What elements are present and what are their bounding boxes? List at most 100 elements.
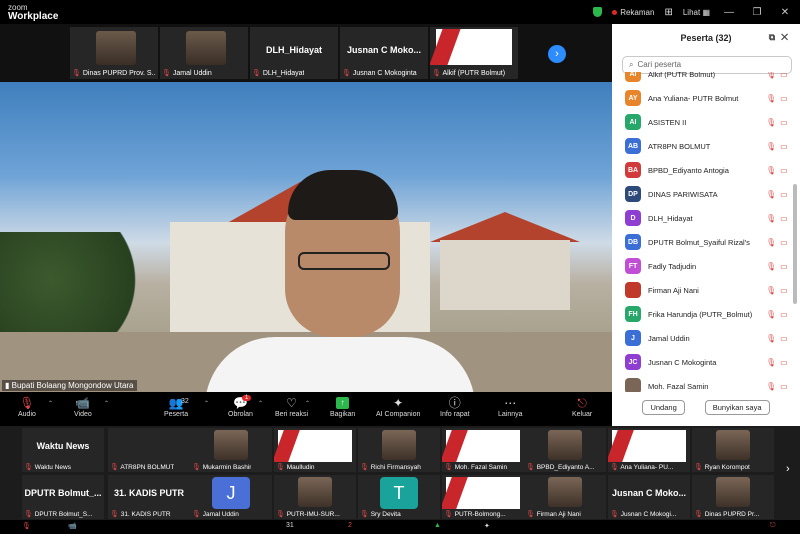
minimize-icon[interactable]: —: [720, 7, 738, 18]
participant-row[interactable]: AI Alkif (PUTR Bolmut) 🎙▭: [612, 72, 792, 84]
strip-thumbnail[interactable]: 🎙 Jamal Uddin: [160, 27, 248, 79]
participant-avatar: FH: [625, 306, 641, 322]
participant-list-scrollbar[interactable]: [793, 184, 797, 304]
participant-name: Dinas PUPRD Pr...: [704, 511, 760, 518]
react-label: Beri reaksi: [275, 411, 309, 418]
strip-thumbnail[interactable]: Jusnan C Moko... 🎙 Jusnan C Mokoginta: [340, 27, 428, 79]
share-button[interactable]: ↑ Bagikan: [330, 396, 355, 418]
audio-button[interactable]: 🎙 Audio: [18, 396, 36, 418]
invite-button[interactable]: Undang: [642, 400, 685, 415]
strip-thumbnail[interactable]: 🎙 Alkif (PUTR Bolmut): [430, 27, 518, 79]
participant-name: Mukarmin Bashir: [202, 464, 252, 471]
participant-avatar: [625, 378, 641, 392]
shared-document-video: [442, 477, 520, 509]
bottom-leave-icon[interactable]: ⎋: [770, 522, 776, 530]
shared-document-video: [442, 430, 520, 462]
meeting-info-button[interactable]: ⓘ Info rapat: [440, 396, 470, 418]
gallery-tile[interactable]: 🎙 Maulludin: [274, 428, 356, 472]
popout-icon[interactable]: ⧉: [769, 32, 781, 42]
participant-row[interactable]: FH Frika Harundja (PUTR_Bolmut) 🎙▭: [612, 304, 792, 324]
strip-thumbnail[interactable]: DLH_Hidayat 🎙 DLH_Hidayat: [250, 27, 338, 79]
participant-initial-avatar: T: [380, 477, 418, 509]
bottom-chat-badge[interactable]: 2: [348, 522, 352, 529]
unmute-me-button[interactable]: Bunyikan saya: [704, 400, 770, 415]
restore-icon[interactable]: ❐: [748, 7, 766, 18]
participant-row[interactable]: D DLH_Hidayat 🎙▭: [612, 208, 792, 228]
bottom-share-icon[interactable]: ▲: [434, 522, 441, 529]
panel-close-icon[interactable]: ✕: [781, 32, 794, 42]
participant-name: DPUTR Bolmut_Syaiful Rizal's: [648, 237, 750, 247]
gallery-tile[interactable]: 🎙 BPBD_Ediyanto A...: [524, 428, 606, 472]
record-indicator[interactable]: Rekaman: [612, 8, 654, 17]
chat-chevron-icon[interactable]: ⌃: [258, 400, 263, 407]
share-label: Bagikan: [330, 411, 356, 418]
participant-name-label: 🎙 Firman Aji Nani: [526, 510, 581, 518]
participant-row[interactable]: AI ASISTEN II 🎙▭: [612, 112, 792, 132]
close-icon[interactable]: ✕: [776, 7, 794, 18]
bottom-participants-count[interactable]: 31: [286, 522, 294, 529]
participant-row[interactable]: JC Jusnan C Mokoginta 🎙▭: [612, 352, 792, 372]
gallery-tile[interactable]: 🎙 Dinas PUPRD Pr...: [692, 475, 774, 519]
participants-button[interactable]: 👥 32 Peserta: [164, 396, 189, 418]
participant-row[interactable]: Moh. Fazal Samin 🎙▭: [612, 376, 792, 392]
chat-button[interactable]: 💬 1 Obrolan: [228, 395, 253, 418]
gallery-tile[interactable]: Waktu News 🎙 Waktu News: [22, 428, 104, 472]
bottom-sparkle-icon[interactable]: ✦: [484, 522, 490, 530]
mic-off-icon: 🎙: [526, 464, 535, 471]
participant-name: ATR8PN BOLMUT: [120, 464, 175, 471]
grid-icon[interactable]: ⊞: [664, 7, 672, 18]
mic-off-icon: 🎙: [342, 70, 351, 77]
gallery-tile[interactable]: 🎙 Mukarmin Bashir: [190, 428, 272, 472]
more-button[interactable]: ⋯ Lainnya: [498, 396, 523, 418]
mic-off-icon: 🎙: [766, 309, 781, 319]
video-off-icon: ▭: [780, 237, 792, 247]
ai-companion-button[interactable]: ✦ AI Companion: [376, 396, 420, 418]
gallery-tile[interactable]: DPUTR Bolmut_... 🎙 DPUTR Bolmut_S...: [22, 475, 104, 519]
participant-row[interactable]: J Jamal Uddin 🎙▭: [612, 328, 792, 348]
participant-row[interactable]: AY Ana Yuliana- PUTR Bolmut 🎙▭: [612, 88, 792, 108]
participants-chevron-icon[interactable]: ⌃: [204, 400, 209, 407]
shield-icon[interactable]: [593, 7, 603, 17]
strip-thumbnail[interactable]: 🎙 Dinas PUPRD Prov. S...: [70, 27, 158, 79]
gallery-tile[interactable]: 🎙 Richi Firmansyah: [358, 428, 440, 472]
strip-next-button[interactable]: ›: [548, 45, 566, 63]
participant-row[interactable]: AB ATR8PN BOLMUT 🎙▭: [612, 136, 792, 156]
gallery-tile[interactable]: 🎙 ATR8PN BOLMUT: [108, 428, 190, 472]
participant-name: Frika Harundja (PUTR_Bolmut): [648, 309, 753, 319]
video-chevron-icon[interactable]: ⌃: [104, 400, 109, 407]
react-button[interactable]: ♡ Beri reaksi: [275, 396, 308, 418]
speaker-body: [205, 337, 475, 392]
mic-off-icon: 🎙: [766, 141, 781, 151]
gallery-tile[interactable]: 🎙 Ryan Korompot: [692, 428, 774, 472]
participant-name: Alkif (PUTR Bolmut): [442, 70, 506, 77]
participant-name: PUTR-Bolmong...: [454, 511, 506, 518]
info-label: Info rapat: [440, 411, 470, 418]
video-button[interactable]: 📹 Video: [74, 396, 92, 418]
gallery-tile[interactable]: 🎙 Moh. Fazal Samin: [442, 428, 524, 472]
gallery-next-icon[interactable]: ›: [786, 463, 790, 475]
participant-row[interactable]: FT Fadly Tadjudin 🎙▭: [612, 256, 792, 276]
participant-row[interactable]: DB DPUTR Bolmut_Syaiful Rizal's 🎙▭: [612, 232, 792, 252]
bottom-mic-off-icon[interactable]: 🎙: [22, 522, 31, 530]
gallery-tile[interactable]: 🎙 Firman Aji Nani: [524, 475, 606, 519]
view-button[interactable]: Lihat ▦: [683, 8, 710, 17]
panel-header: Peserta (32) ⧉✕: [612, 24, 800, 52]
gallery-tile[interactable]: Jusnan C Moko... 🎙 Jusnan C Mokogi...: [608, 475, 690, 519]
audio-chevron-icon[interactable]: ⌃: [48, 400, 53, 407]
gallery-tile[interactable]: T 🎙 Sry Devita: [358, 475, 440, 519]
participant-name: Alkif (PUTR Bolmut): [648, 72, 716, 79]
react-chevron-icon[interactable]: ⌃: [305, 400, 310, 407]
gallery-tile[interactable]: J 🎙 Jamal Uddin: [190, 475, 272, 519]
gallery-tile[interactable]: 31. KADIS PUTR 🎙 31. KADIS PUTR: [108, 475, 190, 519]
participant-name: Jamal Uddin: [172, 70, 212, 77]
gallery-tile[interactable]: 🎙 Ana Yuliana- PU...: [608, 428, 690, 472]
gallery-tile[interactable]: 🎙 PUTR-Bolmong...: [442, 475, 524, 519]
gallery-tile[interactable]: 🎙 PUTR-IMU-SUR...: [274, 475, 356, 519]
participant-row[interactable]: BA BPBD_Ediyanto Antogia 🎙▭: [612, 160, 792, 180]
participant-row[interactable]: Firman Aji Nani 🎙▭: [612, 280, 792, 300]
bottom-video-off-icon[interactable]: 📹: [68, 522, 77, 530]
shared-document-video: [608, 430, 686, 462]
participant-row[interactable]: DP DINAS PARIWISATA 🎙▭: [612, 184, 792, 204]
participant-name-label: 🎙 Dinas PUPRD Pr...: [694, 510, 759, 518]
leave-button[interactable]: ⎋ Keluar: [572, 396, 592, 418]
